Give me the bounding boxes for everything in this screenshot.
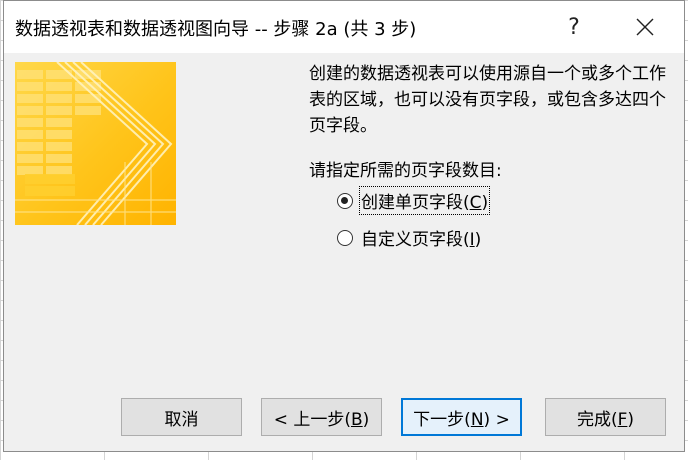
finish-button-label: 完成(F) <box>577 405 634 430</box>
close-button[interactable] <box>617 1 673 53</box>
accelerator-key: B <box>350 409 363 430</box>
radio-label-suffix: ) <box>481 193 489 213</box>
accelerator-key: C <box>469 193 482 213</box>
radio-button-checked[interactable] <box>337 192 353 209</box>
title-bar: 数据透视表和数据透视图向导 -- 步骤 2a (共 3 步) ? <box>4 1 684 53</box>
back-button-label: < 上一步(B) <box>274 405 370 430</box>
cancel-button[interactable]: 取消 <box>121 398 242 436</box>
radio-label-custom-page-fields[interactable]: 自定义页字段(I) <box>361 225 481 250</box>
accelerator-key: F <box>617 409 628 430</box>
cancel-button-label: 取消 <box>164 409 199 430</box>
next-label-text: 下一步( <box>413 409 471 430</box>
back-label-text: < 上一步( <box>273 409 351 430</box>
pivot-wizard-illustration-icon <box>15 62 176 225</box>
radio-button-unchecked[interactable] <box>337 229 353 246</box>
radio-label-single-page-field[interactable]: 创建单页字段(C) <box>358 186 491 215</box>
back-label-suffix: ) <box>362 409 370 430</box>
accelerator-key: N <box>470 409 484 430</box>
next-button[interactable]: 下一步(N) > <box>401 398 522 436</box>
next-label-suffix: ) > <box>483 409 510 430</box>
radio-custom-page-fields[interactable]: 自定义页字段(I) <box>337 225 481 250</box>
dialog-title: 数据透视表和数据透视图向导 -- 步骤 2a (共 3 步) <box>15 19 417 40</box>
help-button[interactable]: ? <box>546 1 602 53</box>
finish-label-text: 完成( <box>576 409 618 430</box>
pivot-wizard-dialog: 数据透视表和数据透视图向导 -- 步骤 2a (共 3 步) ? 创建的数据透视… <box>3 0 685 452</box>
wizard-description: 创建的数据透视表可以使用源自一个或多个工作表的区域，也可以没有页字段，或包含多达… <box>309 64 666 136</box>
radio-label-text: 自定义页字段( <box>361 230 470 250</box>
help-icon: ? <box>568 14 580 40</box>
finish-label-suffix: ) <box>627 409 635 430</box>
finish-button[interactable]: 完成(F) <box>545 398 666 436</box>
radio-label-suffix: ) <box>474 230 482 250</box>
close-icon <box>636 18 654 36</box>
wizard-illustration <box>15 62 176 225</box>
page-field-prompt: 请指定所需的页字段数目: <box>309 161 502 181</box>
back-button[interactable]: < 上一步(B) <box>261 398 382 436</box>
radio-label-text: 创建单页字段( <box>361 193 470 213</box>
next-button-label: 下一步(N) > <box>413 405 510 430</box>
radio-single-page-field[interactable]: 创建单页字段(C) <box>337 186 491 215</box>
